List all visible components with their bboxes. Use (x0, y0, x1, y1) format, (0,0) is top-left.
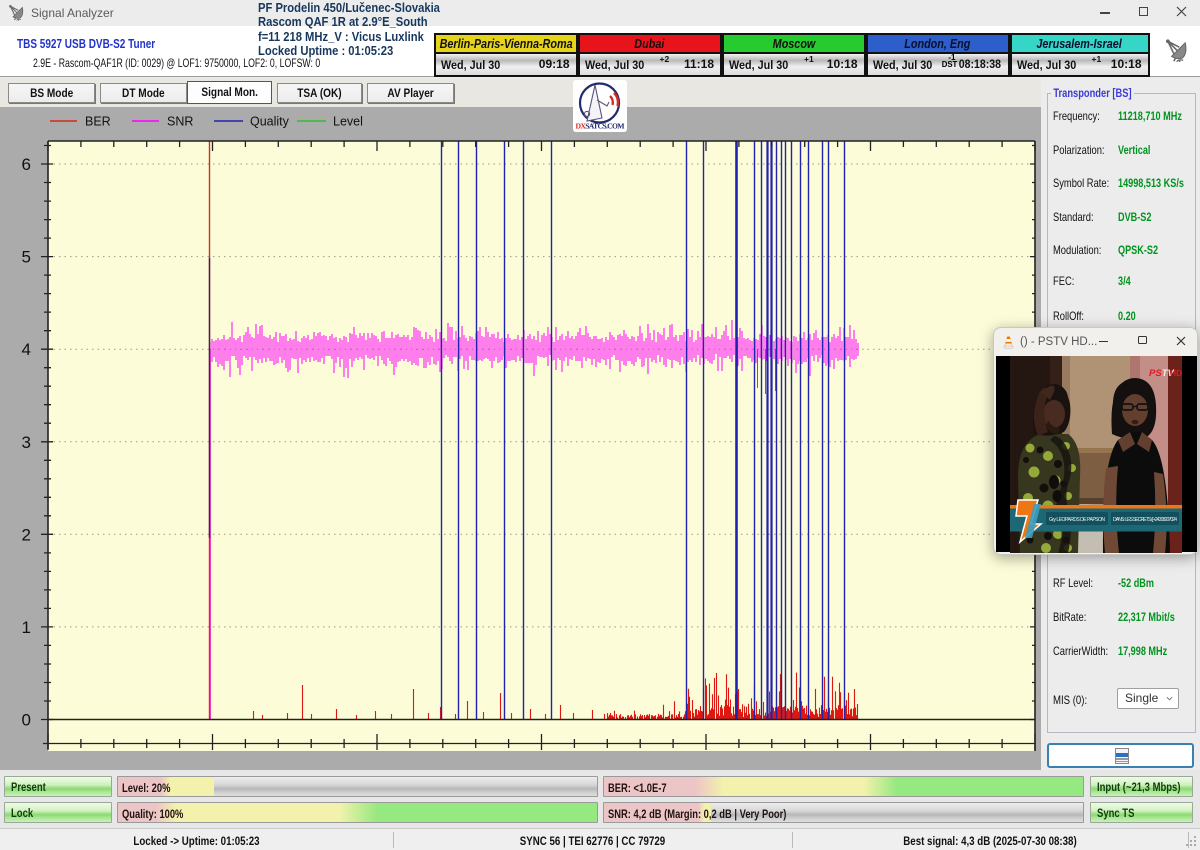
svg-text:6: 6 (22, 155, 31, 174)
svg-text:HD: HD (1170, 368, 1182, 378)
svg-text:DXSATCS.COM: DXSATCS.COM (576, 122, 626, 131)
svg-text:Quality: Quality (250, 115, 290, 129)
svg-text:2: 2 (22, 525, 31, 544)
svg-text:Gry LEOPARDS DE PAPSON: Gry LEOPARDS DE PAPSON (1049, 516, 1105, 522)
svg-text:Level: Level (333, 115, 363, 129)
svg-text:5: 5 (22, 248, 31, 267)
svg-text:BER: BER (85, 115, 111, 129)
svg-text:SNR: SNR (167, 115, 193, 129)
svg-text:4: 4 (22, 340, 31, 359)
svg-text:3: 3 (22, 433, 31, 452)
svg-text:1: 1 (22, 618, 31, 637)
svg-text:0: 0 (22, 711, 31, 730)
svg-text:DANS : LES SECRETS ((+24308207: DANS : LES SECRETS ((+24308207024 (1113, 516, 1177, 522)
